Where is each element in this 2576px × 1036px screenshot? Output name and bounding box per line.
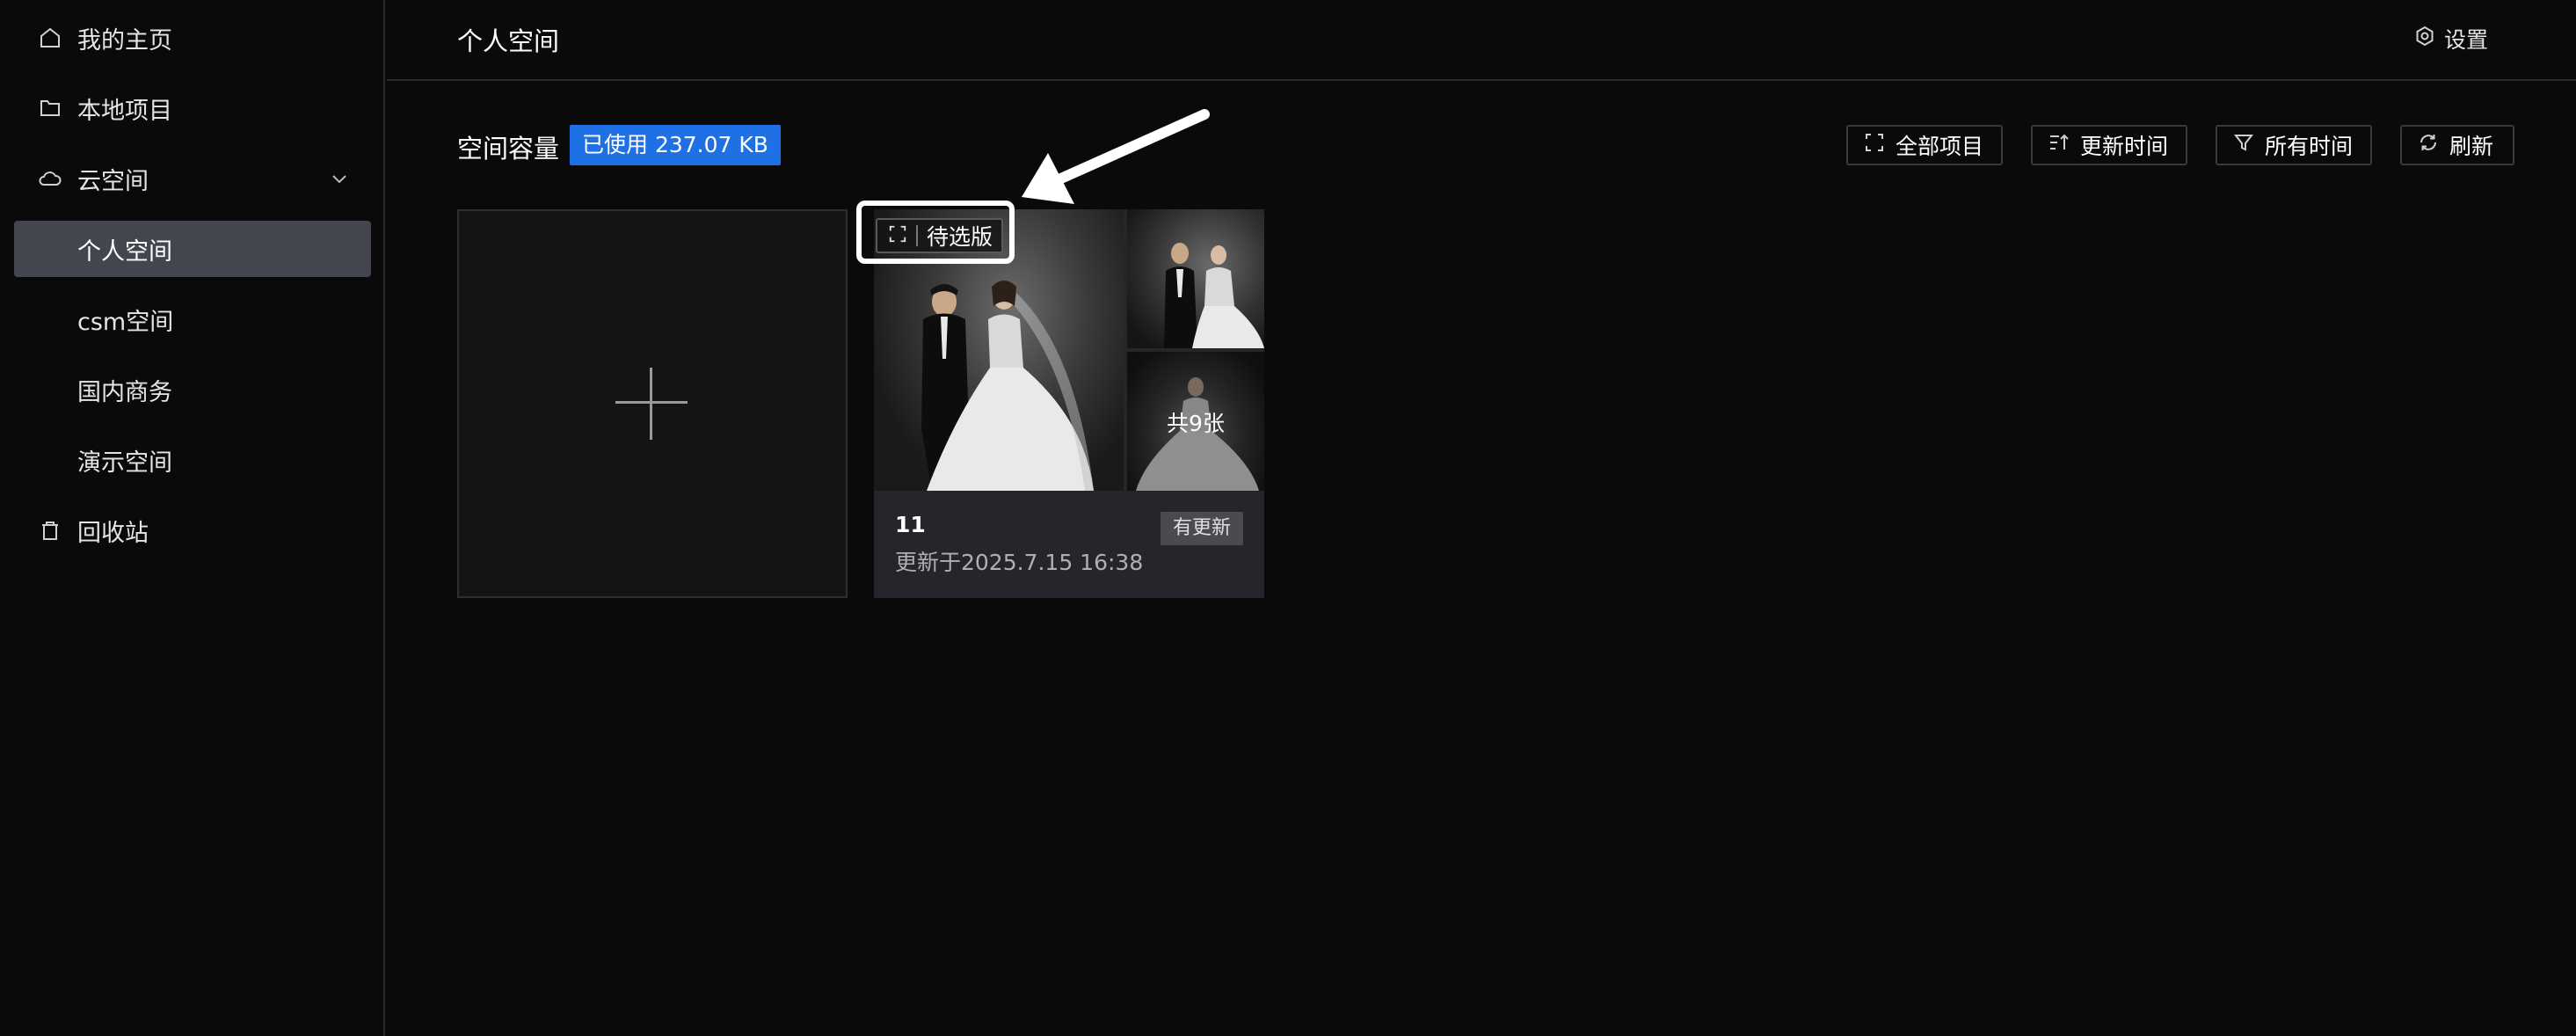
- trash-icon: [37, 517, 63, 544]
- select-icon: [888, 223, 907, 249]
- sidebar-item-demo-space[interactable]: 演示空间: [14, 432, 371, 488]
- filter-icon: [2233, 132, 2254, 158]
- sidebar-item-label: 个人空间: [77, 237, 172, 266]
- sidebar-item-label: csm空间: [77, 308, 174, 336]
- refresh-button[interactable]: 刷新: [2400, 125, 2514, 165]
- sidebar-item-domestic-business[interactable]: 国内商务: [14, 361, 371, 418]
- refresh-label: 刷新: [2449, 134, 2494, 159]
- status-tag[interactable]: 待选版: [876, 218, 1004, 253]
- sidebar-item-label: 本地项目: [77, 97, 172, 125]
- sidebar-item-label: 国内商务: [77, 378, 172, 406]
- capacity-badge: 已使用 237.07 KB: [570, 125, 781, 165]
- settings-button[interactable]: 设置: [2414, 23, 2488, 55]
- gear-icon: [2414, 26, 2435, 52]
- home-icon: [37, 25, 63, 51]
- select-icon: [1864, 132, 1885, 158]
- sidebar-item-label: 我的主页: [77, 26, 172, 55]
- sidebar-item-local-projects[interactable]: 本地项目: [14, 80, 371, 136]
- sidebar-item-home[interactable]: 我的主页: [14, 10, 371, 66]
- sidebar-item-label: 回收站: [77, 519, 149, 547]
- header: 个人空间 设置: [387, 0, 2576, 81]
- refresh-icon: [2418, 132, 2439, 158]
- sidebar-item-label: 云空间: [77, 167, 149, 195]
- project-thumbnail-more: 共9张: [1127, 352, 1264, 491]
- sidebar-item-label: 演示空间: [77, 449, 172, 477]
- cloud-icon: [37, 165, 63, 192]
- all-projects-button[interactable]: 全部项目: [1846, 125, 2003, 165]
- sidebar-item-csm-space[interactable]: csm空间: [14, 291, 371, 347]
- photo-count: 共9张: [1167, 411, 1225, 436]
- sort-icon: [2048, 132, 2070, 158]
- sort-update-time-button[interactable]: 更新时间: [2031, 125, 2187, 165]
- sidebar-item-recycle-bin[interactable]: 回收站: [14, 502, 371, 558]
- sidebar-item-personal-space[interactable]: 个人空间: [14, 221, 371, 277]
- new-project-card[interactable]: [457, 209, 848, 598]
- sidebar: 我的主页 本地项目 云空间 个人空间 csm空间 国内商务 演示空间 回收站: [0, 0, 385, 1036]
- chevron-down-icon[interactable]: [329, 168, 350, 189]
- project-card[interactable]: 共9张 11 更新于2025.7.15 16:38 有更新: [874, 209, 1264, 598]
- status-tag-label: 待选版: [927, 224, 993, 250]
- folder-icon: [37, 95, 63, 121]
- filter-label: 所有时间: [2265, 134, 2354, 159]
- project-thumbnail-secondary: [1127, 209, 1264, 348]
- sort-label: 更新时间: [2080, 134, 2169, 159]
- capacity-label: 空间容量: [457, 134, 560, 164]
- all-projects-label: 全部项目: [1896, 134, 1984, 159]
- annotation-arrow-icon: [1022, 109, 1210, 204]
- update-badge: 有更新: [1160, 512, 1243, 545]
- project-updated-time: 更新于2025.7.15 16:38: [895, 550, 1144, 575]
- settings-label: 设置: [2443, 27, 2488, 53]
- sidebar-item-cloud-space[interactable]: 云空间: [14, 150, 371, 207]
- app-window: 我的主页 本地项目 云空间 个人空间 csm空间 国内商务 演示空间 回收站 个…: [0, 0, 2576, 1036]
- time-filter-button[interactable]: 所有时间: [2216, 125, 2372, 165]
- status-tag-highlight: 待选版: [856, 201, 1015, 264]
- page-title: 个人空间: [457, 26, 560, 56]
- project-title: 11: [895, 512, 926, 537]
